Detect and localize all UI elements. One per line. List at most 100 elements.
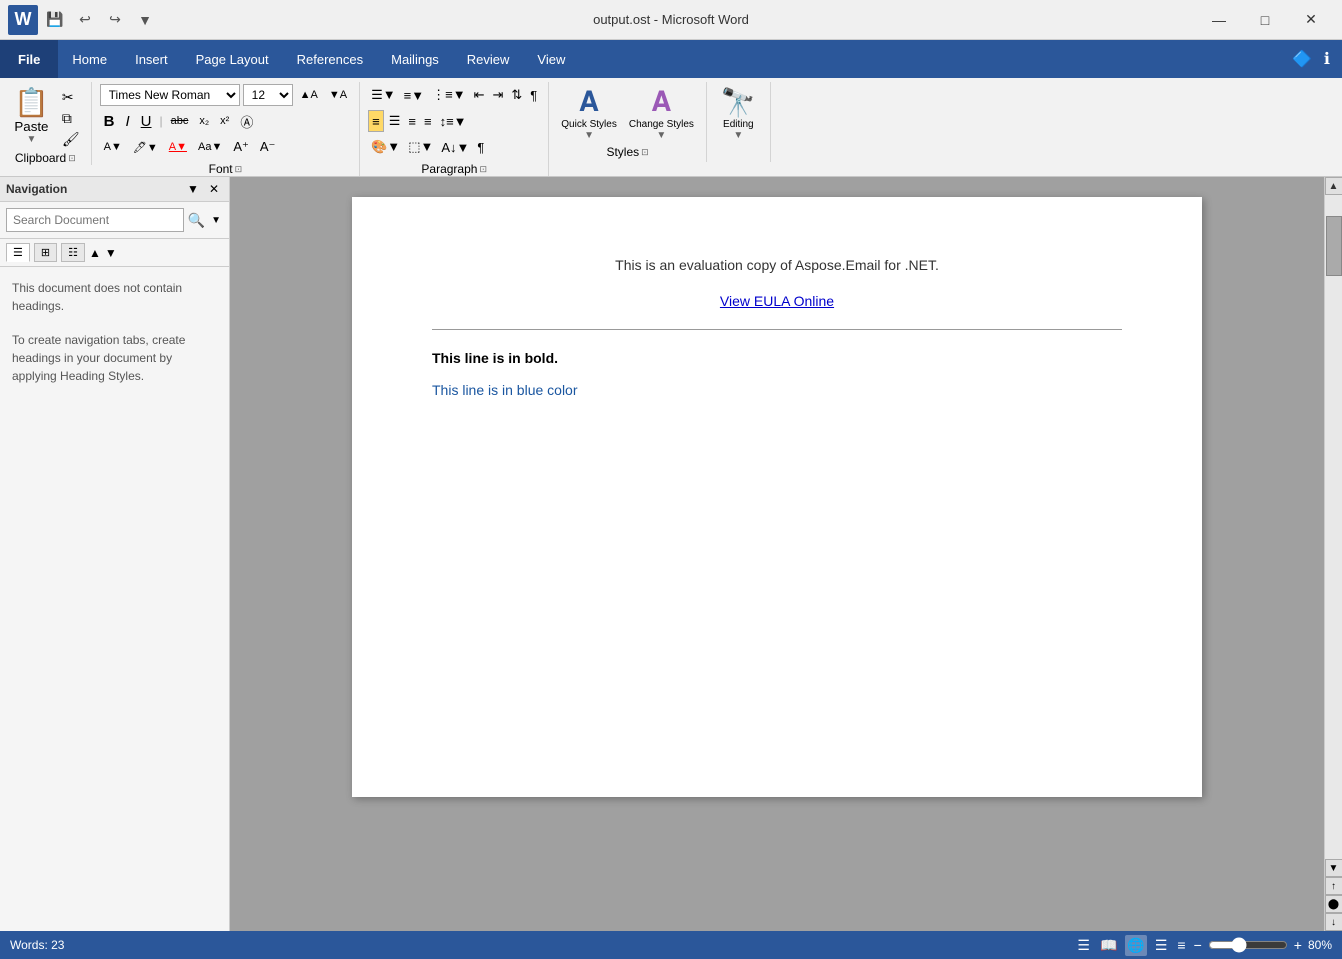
font-color-button[interactable]: A▼ [100, 136, 126, 158]
nav-next-button[interactable]: ▼ [105, 243, 117, 262]
title-bar: W 💾 ↩ ↪ ▼ output.ost - Microsoft Word — … [0, 0, 1342, 40]
nav-tab-results[interactable]: ☷ [61, 243, 85, 262]
clear-format-button[interactable]: Ⓐ [236, 110, 257, 132]
menu-review[interactable]: Review [453, 40, 524, 78]
menu-view[interactable]: View [523, 40, 579, 78]
shading-button[interactable]: 🎨▼ [368, 136, 403, 158]
outline-view-button[interactable]: ☰ [1153, 935, 1170, 956]
full-screen-view-button[interactable]: 📖 [1098, 935, 1119, 956]
main-area: Navigation ▼ ✕ 🔍 ▼ ☰ ⊞ ☷ ▲ ▼ [0, 177, 1342, 931]
scroll-thumb[interactable] [1326, 216, 1342, 276]
maximize-button[interactable]: □ [1242, 5, 1288, 35]
change-case-button[interactable]: Aa▼ [194, 136, 226, 158]
change-styles-arrow[interactable]: ▼ [656, 130, 666, 141]
minimize-button[interactable]: — [1196, 5, 1242, 35]
bullets-button[interactable]: ☰▼ [368, 84, 399, 106]
font-expand[interactable]: ⊡ [235, 164, 243, 175]
menu-home[interactable]: Home [58, 40, 121, 78]
cut-button[interactable]: ✂ [59, 88, 83, 107]
justify-button[interactable]: ≡ [421, 110, 435, 132]
ribbon: 📋 Paste ▼ ✂ ⧉ 🖌 Clipboard ⊡ [0, 78, 1342, 177]
font-size-select[interactable]: 12 [243, 84, 293, 106]
line-spacing-button[interactable]: ↕≡▼ [437, 110, 470, 132]
change-styles-button[interactable]: 𝐀 Change Styles ▼ [625, 84, 698, 143]
copy-button[interactable]: ⧉ [59, 109, 83, 128]
paste-dropdown-arrow[interactable]: ▼ [26, 134, 36, 145]
numbering-button[interactable]: ≡▼ [401, 84, 427, 106]
subscript-button[interactable]: x₂ [195, 110, 213, 132]
format-painter-button[interactable]: 🖌 [59, 130, 83, 149]
align-left-button[interactable]: ≡ [368, 110, 384, 132]
zoom-out-button[interactable]: − [1194, 937, 1202, 953]
align-right-button[interactable]: ≡ [405, 110, 419, 132]
big-font-button[interactable]: A⁺ [229, 136, 253, 158]
multilevel-button[interactable]: ⋮≡▼ [429, 84, 468, 106]
small-font-button[interactable]: A⁻ [256, 136, 280, 158]
strikethrough-button[interactable]: abc [167, 110, 193, 132]
save-button[interactable]: 💾 [42, 7, 68, 33]
highlight-color-button[interactable]: 🖊▼ [129, 136, 162, 158]
sort2-button[interactable]: A↓▼ [438, 136, 472, 158]
menu-file[interactable]: File [0, 40, 58, 78]
search-document-input[interactable] [6, 208, 184, 232]
paste-button[interactable]: 📋 Paste ▼ [8, 84, 55, 147]
menu-insert[interactable]: Insert [121, 40, 182, 78]
menu-bar: File Home Insert Page Layout References … [0, 40, 1342, 78]
clipboard-expand[interactable]: ⊡ [68, 153, 76, 164]
zoom-in-button[interactable]: + [1294, 937, 1302, 953]
paragraph-label-row: Paragraph ⊡ [368, 160, 540, 176]
scroll-up-button[interactable]: ▲ [1325, 177, 1342, 195]
zoom-slider[interactable] [1208, 937, 1288, 953]
menu-page-layout[interactable]: Page Layout [182, 40, 283, 78]
document-area[interactable]: This is an evaluation copy of Aspose.Ema… [230, 177, 1324, 931]
print-layout-view-button[interactable]: ☰ [1075, 935, 1092, 956]
nav-tab-headings[interactable]: ☰ [6, 243, 30, 262]
scroll-track[interactable] [1325, 195, 1342, 859]
menu-mailings[interactable]: Mailings [377, 40, 453, 78]
undo-button[interactable]: ↩ [72, 7, 98, 33]
align-center-button[interactable]: ☰ [386, 110, 404, 132]
quick-styles-arrow[interactable]: ▼ [584, 130, 594, 141]
borders-button[interactable]: ⬚▼ [405, 136, 436, 158]
superscript-button[interactable]: x² [216, 110, 233, 132]
next-page-button[interactable]: ↓ [1325, 913, 1342, 931]
nav-search-dropdown[interactable]: ▼ [209, 213, 223, 228]
bold-button[interactable]: B [100, 110, 119, 132]
increase-font-size-button[interactable]: ▲A [296, 84, 322, 106]
paragraph-expand[interactable]: ⊡ [479, 164, 487, 175]
nav-search-button[interactable]: 🔍 [184, 210, 209, 231]
decrease-indent-button[interactable]: ⇤ [471, 84, 488, 106]
decrease-font-size-button[interactable]: ▼A [325, 84, 351, 106]
draft-view-button[interactable]: ≡ [1175, 935, 1187, 955]
show-marks-button[interactable]: ¶ [527, 84, 540, 106]
quick-styles-button[interactable]: 𝐀 Quick Styles ▼ [557, 84, 621, 143]
results-icon: ☷ [68, 247, 78, 259]
qat-more-button[interactable]: ▼ [132, 7, 158, 33]
nav-prev-button[interactable]: ▲ [89, 243, 101, 262]
increase-indent-button[interactable]: ⇥ [489, 84, 506, 106]
sort-button[interactable]: ⇅ [508, 84, 525, 106]
redo-button[interactable]: ↪ [102, 7, 128, 33]
text-color-button[interactable]: A▼ [165, 136, 191, 158]
nav-dropdown-button[interactable]: ▼ [183, 181, 203, 197]
prev-page-button[interactable]: ↑ [1325, 877, 1342, 895]
clipboard-content: 📋 Paste ▼ ✂ ⧉ 🖌 [8, 84, 83, 149]
nav-tab-pages[interactable]: ⊞ [34, 243, 57, 262]
styles-expand[interactable]: ⊡ [641, 147, 649, 158]
eula-link[interactable]: View EULA Online [432, 293, 1122, 309]
editing-button[interactable]: 🔭 Editing ▼ [715, 84, 762, 143]
editing-arrow[interactable]: ▼ [733, 130, 743, 141]
zoom-level: 80% [1308, 938, 1332, 952]
menu-references[interactable]: References [283, 40, 377, 78]
italic-button[interactable]: I [122, 110, 134, 132]
underline-button[interactable]: U [137, 110, 156, 132]
scroll-down-button[interactable]: ▼ [1325, 859, 1342, 877]
help-icon[interactable]: 🔷 [1288, 45, 1316, 73]
font-name-select[interactable]: Times New Roman [100, 84, 240, 106]
web-layout-view-button[interactable]: 🌐 [1125, 935, 1146, 956]
nav-close-button[interactable]: ✕ [205, 181, 223, 197]
select-browse-button[interactable]: ⬤ [1325, 895, 1342, 913]
info-icon[interactable]: ℹ [1320, 45, 1334, 73]
pilcrow-button[interactable]: ¶ [474, 136, 487, 158]
close-button[interactable]: ✕ [1288, 5, 1334, 35]
